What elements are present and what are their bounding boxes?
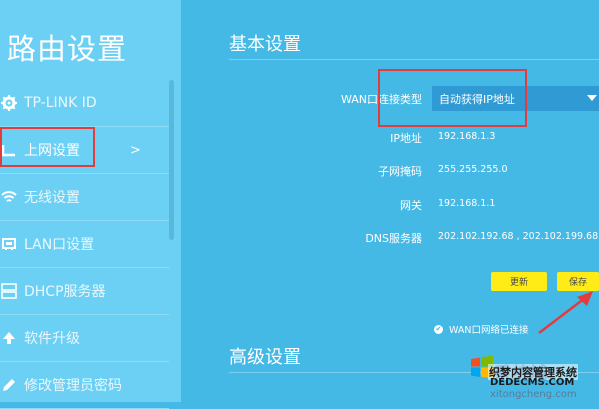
wan-status: ✔ WAN口网络已连接 — [434, 322, 528, 336]
sidebar-item-label: DHCP服务器 — [24, 284, 106, 300]
wan-status-text: WAN口网络已连接 — [449, 325, 529, 336]
sidebar-title: 路由设置 — [7, 32, 128, 66]
gear-icon — [0, 94, 18, 112]
highlight-box-internet-settings — [0, 127, 95, 167]
chevron-right-icon: > — [130, 142, 141, 158]
chevron-down-icon — [587, 95, 597, 101]
sidebar-item-wireless[interactable]: 无线设置 — [0, 174, 169, 221]
basic-settings-title: 基本设置 — [229, 34, 301, 55]
ip-address-label: IP地址 — [390, 132, 422, 145]
lan-icon — [0, 235, 18, 253]
dns-server-value: 202.102.192.68 , 202.102.199.68 — [438, 231, 599, 242]
sidebar-item-label: 软件升级 — [24, 331, 80, 347]
main-panel: 基本设置 WAN口连接类型 自动获得IP地址 IP地址 192.168.1.3 … — [181, 0, 599, 402]
sidebar-item-dhcp[interactable]: DHCP服务器 — [0, 268, 169, 315]
watermark-url-secondary: xitongcheng.com — [490, 389, 577, 400]
subnet-mask-label: 子网掩码 — [378, 165, 422, 178]
sidebar-item-label: 无线设置 — [24, 190, 80, 206]
sidebar-scrollbar[interactable] — [169, 80, 174, 240]
sidebar-item-label: 修改管理员密码 — [24, 378, 122, 394]
highlight-box-wan-type — [378, 69, 527, 127]
ip-address-value: 192.168.1.3 — [438, 131, 496, 142]
watermark-url: DEDECMS.COM — [490, 377, 575, 388]
dns-server-label: DNS服务器 — [365, 232, 422, 245]
subnet-mask-value: 255.255.255.0 — [438, 164, 508, 175]
sidebar-item-label: LAN口设置 — [24, 237, 95, 253]
sidebar-item-tplink-id[interactable]: TP-LINK ID — [0, 80, 169, 127]
wifi-icon — [0, 188, 18, 206]
gateway-label: 网关 — [400, 199, 422, 212]
check-circle-icon: ✔ — [434, 324, 443, 334]
section-divider — [229, 59, 599, 60]
upgrade-icon — [0, 329, 18, 347]
sidebar-item-label: TP-LINK ID — [24, 95, 97, 111]
red-arrow-annotation — [538, 291, 593, 334]
advanced-settings-title: 高级设置 — [229, 347, 301, 368]
sidebar-item-upgrade[interactable]: 软件升级 — [0, 315, 169, 362]
sidebar: 路由设置 TP-LINK ID 上网设置 > 无线设置 LAN口设置 DHCP服… — [0, 0, 181, 409]
sidebar-item-lan[interactable]: LAN口设置 — [0, 221, 169, 268]
pencil-icon — [0, 376, 18, 394]
gateway-value: 192.168.1.1 — [438, 198, 496, 209]
dhcp-icon — [0, 282, 18, 300]
